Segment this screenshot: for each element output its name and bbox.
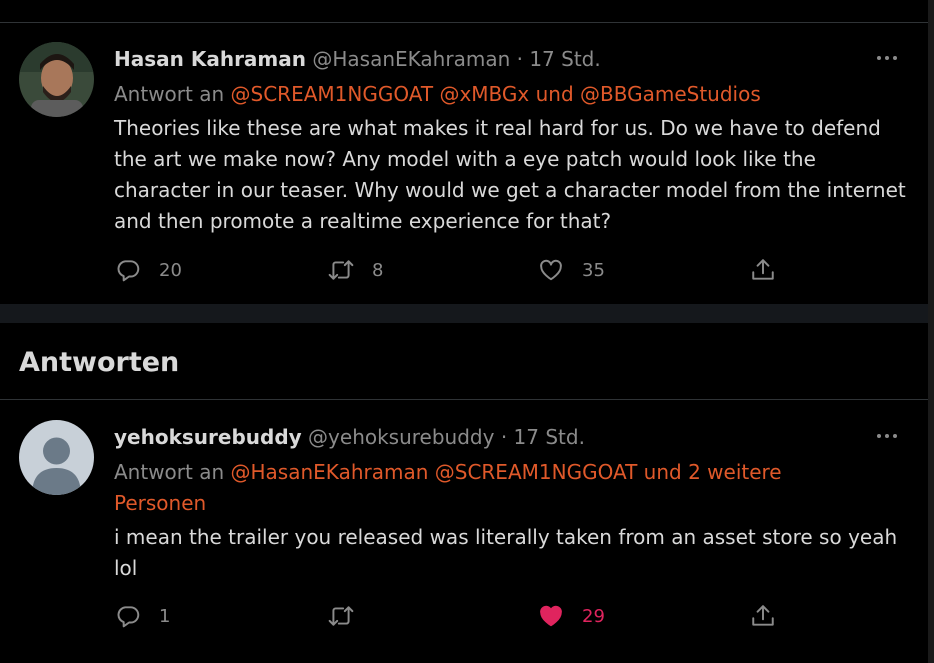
like-count: 35 [582,259,605,281]
mention-link[interactable]: @SCREAM1NGGOAT [435,460,638,484]
section-divider [0,304,928,323]
more-icon[interactable] [875,430,903,442]
replying-to: Antwort an @HasanEKahraman @SCREAM1NGGOA… [114,457,874,519]
reply-icon [117,260,140,282]
like-count: 29 [582,605,605,627]
separator: · [516,47,523,71]
like-button[interactable]: 29 [538,601,605,631]
share-button[interactable] [750,255,776,285]
retweet-icon [328,260,354,280]
mention-link[interactable]: @xMBGx [439,82,529,106]
share-icon [752,259,774,280]
user-handle[interactable]: @HasanEKahraman [312,47,510,71]
avatar[interactable] [19,420,94,495]
display-name[interactable]: Hasan Kahraman [114,47,306,71]
reply-count: 1 [159,605,171,627]
tweet-header: yehoksurebuddy @yehoksurebuddy · 17 Std. [114,424,585,450]
heart-icon [540,605,562,627]
tweet-actions: 20 8 35 [0,255,928,285]
reply-button[interactable]: 20 [115,255,182,285]
mention-link[interactable]: @SCREAM1NGGOAT [231,82,434,106]
tweet-header: Hasan Kahraman @HasanEKahraman · 17 Std. [114,46,601,72]
more-icon[interactable] [875,52,903,64]
share-icon [752,605,774,626]
scrollbar[interactable] [928,0,934,663]
retweet-button[interactable]: 8 [326,255,383,285]
mention-link[interactable]: @HasanEKahraman [231,460,429,484]
reply-button[interactable]: 1 [115,601,170,631]
replying-prefix: Antwort an [114,460,225,484]
reply-count: 20 [159,259,182,281]
replies-heading: Antworten [19,347,180,378]
tweet-reply[interactable]: yehoksurebuddy @yehoksurebuddy · 17 Std.… [0,400,928,663]
user-handle[interactable]: @yehoksurebuddy [308,425,494,449]
reply-icon [117,606,140,628]
tweet-text: i mean the trailer you released was lite… [114,525,898,580]
tweet-text: Theories like these are what makes it re… [114,116,906,233]
display-name[interactable]: yehoksurebuddy [114,425,302,449]
replying-prefix: Antwort an [114,82,225,106]
like-button[interactable]: 35 [538,255,605,285]
replying-and: und [535,82,574,106]
tweet-actions: 1 29 [0,601,928,631]
avatar[interactable] [19,42,94,117]
replying-to: Antwort an @SCREAM1NGGOAT @xMBGx und @BB… [114,79,874,110]
retweet-button[interactable] [326,601,356,631]
timestamp[interactable]: 17 Std. [514,425,585,449]
retweet-icon [328,606,354,626]
timestamp[interactable]: 17 Std. [529,47,600,71]
heart-icon [540,259,562,281]
retweet-count: 8 [372,259,384,281]
tweet-main[interactable]: Hasan Kahraman @HasanEKahraman · 17 Std.… [0,0,928,304]
share-button[interactable] [750,601,776,631]
mention-link[interactable]: @BBGameStudios [580,82,761,106]
separator: · [500,425,508,449]
